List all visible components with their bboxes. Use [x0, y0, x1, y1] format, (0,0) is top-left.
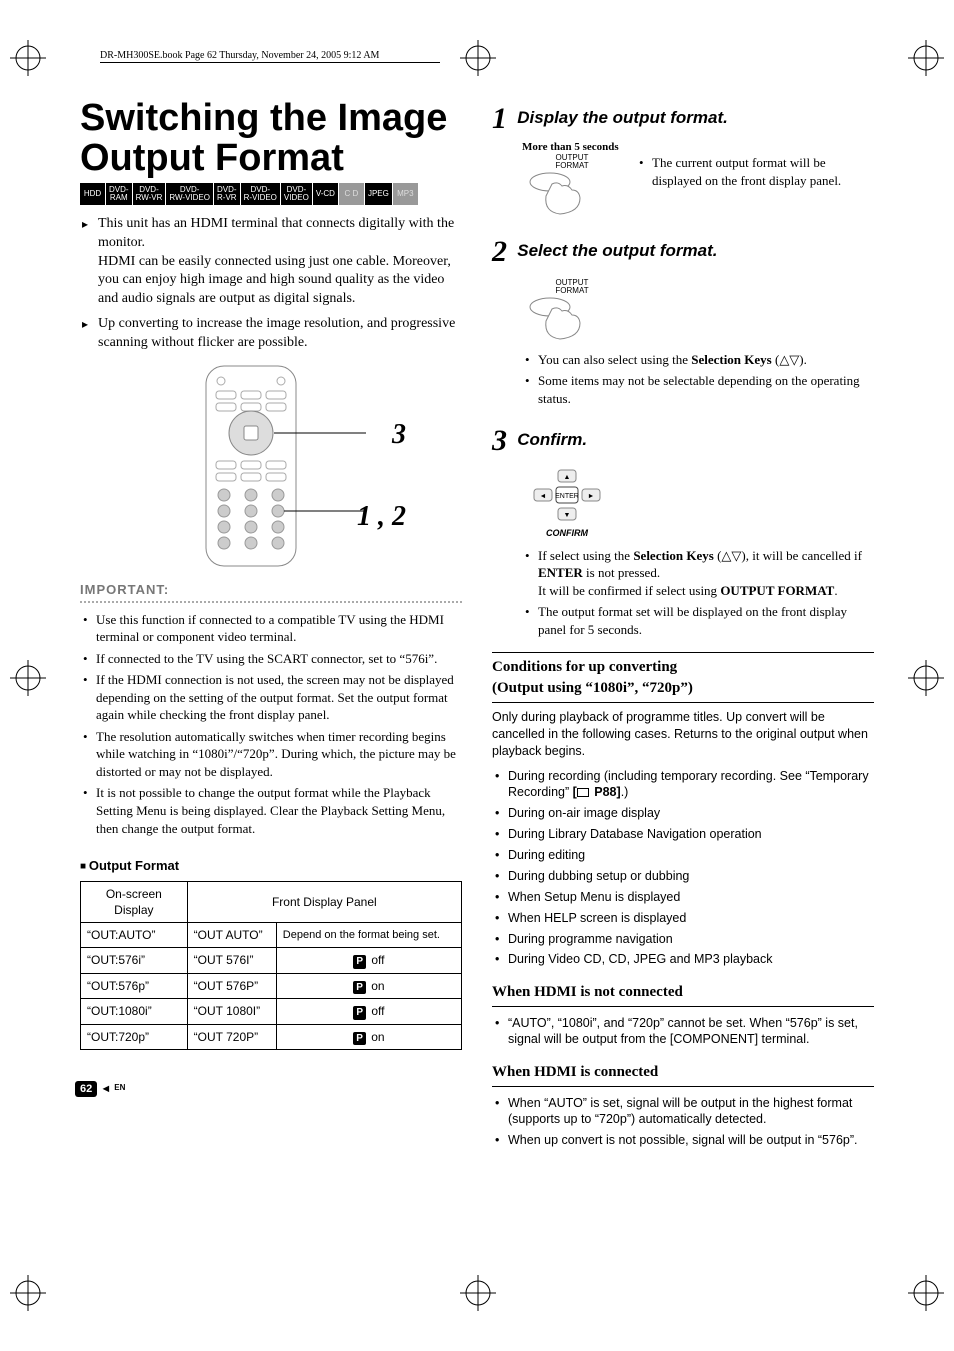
table-head-front: Front Display Panel	[187, 881, 461, 922]
format-badge: DVD- VIDEO	[281, 183, 313, 205]
table-row: “OUT:576i”“OUT 576I”P off	[81, 948, 462, 974]
feature-list: This unit has an HDMI terminal that conn…	[80, 215, 462, 353]
format-badge: V-CD	[313, 183, 339, 205]
step-1-title: Display the output format.	[517, 107, 728, 130]
format-badge: HDD	[80, 183, 106, 205]
condition-item: When Setup Menu is displayed	[492, 889, 874, 906]
format-badge: MP3	[393, 183, 419, 205]
left-column: Switching the Image Output Format HDDDVD…	[80, 99, 462, 1157]
step-3-number: 3	[492, 421, 514, 462]
right-column: 1 Display the output format. More than 5…	[492, 99, 874, 1157]
hdmi-yes-item: When up convert is not possible, signal …	[492, 1132, 874, 1149]
condition-item: During editing	[492, 847, 874, 864]
important-label: IMPORTANT:	[80, 581, 462, 599]
table-row: “OUT:1080i”“OUT 1080I”P off	[81, 999, 462, 1025]
condition-item: During recording (including temporary re…	[492, 768, 874, 802]
step-2-number: 2	[492, 232, 514, 273]
format-badge: DVD- RAM	[106, 183, 133, 205]
condition-item: During Video CD, CD, JPEG and MP3 playba…	[492, 951, 874, 968]
svg-text:ENTER: ENTER	[555, 493, 579, 500]
crop-mark-icon	[460, 1275, 496, 1311]
hdmi-yes-item: When “AUTO” is set, signal will be outpu…	[492, 1095, 874, 1129]
step-2-title: Select the output format.	[517, 240, 717, 263]
hdmi-connected-heading: When HDMI is connected	[492, 1062, 874, 1086]
feature-item: This unit has an HDMI terminal that conn…	[80, 215, 462, 309]
page-number: 62 ◄ EN	[75, 1081, 125, 1097]
book-header-note: DR-MH300SE.book Page 62 Thursday, Novemb…	[100, 50, 440, 63]
svg-text:◄: ◄	[540, 492, 547, 500]
format-badge: DVD- RW-VR	[133, 183, 167, 205]
format-badge: DVD- R-VR	[214, 183, 241, 205]
important-list: Use this function if connected to a comp…	[80, 611, 462, 838]
conditions-heading: Conditions for up converting (Output usi…	[492, 652, 874, 703]
remote-icon	[136, 361, 406, 571]
step-3-notes: If select using the Selection Keys (△▽),…	[522, 547, 874, 639]
hdmi-not-list: “AUTO”, “1080i”, and “720p” cannot be se…	[492, 1015, 874, 1049]
format-badge: JPEG	[365, 183, 393, 205]
condition-item: When HELP screen is displayed	[492, 910, 874, 927]
condition-item: During programme navigation	[492, 931, 874, 948]
table-row: “OUT:576p”“OUT 576P”P on	[81, 973, 462, 999]
important-item: The resolution automatically switches wh…	[80, 728, 462, 781]
crop-mark-icon	[908, 1275, 944, 1311]
svg-text:▲: ▲	[564, 473, 571, 481]
format-badge: DVD- R-VIDEO	[241, 183, 281, 205]
hdmi-not-item: “AUTO”, “1080i”, and “720p” cannot be se…	[492, 1015, 874, 1049]
callout-3: 3	[392, 416, 406, 454]
step-1-note: The current output format will be displa…	[636, 154, 874, 189]
conditions-list: During recording (including temporary re…	[492, 768, 874, 969]
enter-dpad-icon: ENTER ▲ ▼ ◄ ► CONFIRM	[522, 468, 612, 539]
dotted-divider	[80, 601, 462, 603]
output-format-heading: Output Format	[80, 857, 462, 875]
crop-mark-icon	[10, 1275, 46, 1311]
important-item: If the HDMI connection is not used, the …	[80, 671, 462, 724]
hdmi-yes-list: When “AUTO” is set, signal will be outpu…	[492, 1095, 874, 1150]
svg-text:►: ►	[588, 492, 595, 500]
remote-control-illustration: 3 1 , 2	[136, 361, 406, 571]
step-2: 2 Select the output format. OUTPUT FORMA…	[492, 232, 874, 407]
format-badge: DVD- RW-VIDEO	[166, 183, 214, 205]
svg-text:▼: ▼	[564, 511, 571, 519]
table-row: “OUT:720p”“OUT 720P”P on	[81, 1024, 462, 1050]
condition-item: During on-air image display	[492, 805, 874, 822]
output-format-button-icon: OUTPUT FORMAT	[522, 279, 622, 343]
step-1-hold-label: More than 5 seconds	[522, 140, 874, 155]
important-item: It is not possible to change the output …	[80, 784, 462, 837]
condition-item: During Library Database Navigation opera…	[492, 826, 874, 843]
feature-item: Up converting to increase the image reso…	[80, 315, 462, 353]
step-2-notes: You can also select using the Selection …	[522, 351, 874, 408]
step-1: 1 Display the output format. More than 5…	[492, 99, 874, 218]
important-item: Use this function if connected to a comp…	[80, 611, 462, 646]
step-3-title: Confirm.	[517, 429, 587, 452]
conditions-lead: Only during playback of programme titles…	[492, 709, 874, 760]
format-badges: HDDDVD- RAMDVD- RW-VRDVD- RW-VIDEODVD- R…	[80, 183, 462, 205]
page-title: Switching the Image Output Format	[80, 99, 462, 179]
hdmi-not-connected-heading: When HDMI is not connected	[492, 982, 874, 1006]
step-2-item: Some items may not be selectable dependi…	[522, 372, 874, 407]
confirm-label: CONFIRM	[522, 527, 612, 539]
step-2-item: You can also select using the Selection …	[522, 351, 874, 369]
step-1-number: 1	[492, 99, 514, 140]
output-format-table: On-screen Display Front Display Panel “O…	[80, 881, 462, 1051]
table-head-osd: On-screen Display	[81, 881, 188, 922]
step-3-item: If select using the Selection Keys (△▽),…	[522, 547, 874, 600]
step-3: 3 Confirm. ENTER ▲ ▼ ◄	[492, 421, 874, 638]
output-format-button-icon: OUTPUT FORMAT	[522, 154, 622, 218]
format-badge: C D	[339, 183, 365, 205]
step-3-item: The output format set will be displayed …	[522, 603, 874, 638]
table-row: “OUT:AUTO”“OUT AUTO”Depend on the format…	[81, 923, 462, 948]
callout-1-2: 1 , 2	[357, 498, 406, 536]
condition-item: During dubbing setup or dubbing	[492, 868, 874, 885]
important-item: If connected to the TV using the SCART c…	[80, 650, 462, 668]
